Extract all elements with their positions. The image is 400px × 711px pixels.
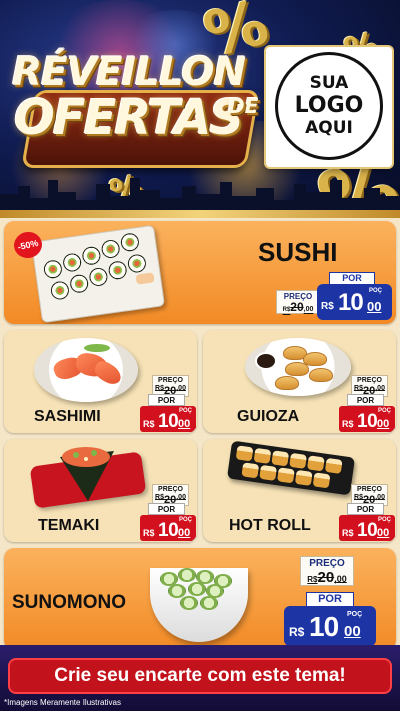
new-price-sunomono: POR R$ 10 00 POÇ	[284, 592, 376, 646]
product-card-sashimi[interactable]: SASHIMI PREÇO R$20,00 POR R$ 10 POÇ 00	[4, 330, 197, 433]
hotroll-plate-image	[226, 440, 356, 496]
cta-banner[interactable]: Crie seu encarte com este tema!	[8, 658, 392, 694]
temaki-cone-image	[60, 447, 114, 501]
product-name-hotroll: HOT ROLL	[229, 517, 311, 534]
product-card-sushi[interactable]: -50% SUSHI PREÇO R$20,00 POR R$ 10 00 PO…	[4, 221, 396, 324]
headline: RÉVEILLON OFERTAS DE	[8, 50, 260, 170]
product-name-sashimi: SASHIMI	[34, 408, 101, 425]
logo-circle: SUA LOGO AQUI	[275, 52, 383, 160]
product-card-temaki[interactable]: TEMAKI PREÇO R$20,00 POR R$ 10 POÇ 00	[4, 439, 197, 542]
product-card-guioza[interactable]: GUIOZA PREÇO R$20,00 POR R$ 10 POÇ 00	[203, 330, 396, 433]
product-name-temaki: TEMAKI	[38, 517, 100, 534]
new-price-temaki: POR R$ 10 POÇ 00	[140, 503, 196, 541]
new-price-sushi: POR R$ 10 00 POÇ	[317, 272, 392, 320]
logo-text-line1: SUA	[309, 72, 349, 93]
new-price-guioza: POR R$ 10 POÇ 00	[339, 394, 395, 432]
product-card-sunomono[interactable]: SUNOMONO PREÇO R$20,00 POR R$ 10 00 POÇ	[4, 548, 396, 650]
logo-text-line3: AQUI	[305, 117, 353, 138]
product-card-hotroll[interactable]: HOT ROLL PREÇO R$20,00 POR R$ 10 POÇ 00	[203, 439, 396, 542]
city-skyline	[0, 178, 400, 212]
headline-line1: RÉVEILLON	[12, 50, 246, 95]
product-name-guioza: GUIOZA	[237, 408, 300, 425]
sashimi-plate-image	[34, 338, 138, 402]
headline-de: DE	[228, 94, 259, 118]
old-price-sushi: PREÇO R$20,00	[276, 290, 320, 314]
logo-placeholder[interactable]: SUA LOGO AQUI	[266, 47, 392, 167]
cta-text: Crie seu encarte com este tema!	[54, 665, 346, 686]
header-banner: % % % % RÉVEILLON OFERTAS DE SUA LOGO AQ…	[0, 0, 400, 218]
header-divider	[0, 210, 400, 218]
product-name-sunomono: SUNOMONO	[12, 592, 126, 613]
disclaimer-text: *Imagens Meramente Ilustrativas	[4, 698, 121, 707]
product-name-sushi: SUSHI	[258, 237, 338, 267]
headline-line2: OFERTAS	[14, 90, 244, 146]
sunomono-bowl-image	[150, 568, 248, 642]
guioza-plate-image	[245, 338, 351, 396]
old-price-sunomono: PREÇO R$20,00	[300, 556, 354, 586]
logo-text-line2: LOGO	[294, 93, 364, 119]
new-price-hotroll: POR R$ 10 POÇ 00	[339, 503, 395, 541]
new-price-sashimi: POR R$ 10 POÇ 00	[140, 394, 196, 432]
sushi-plate-image	[30, 224, 166, 324]
